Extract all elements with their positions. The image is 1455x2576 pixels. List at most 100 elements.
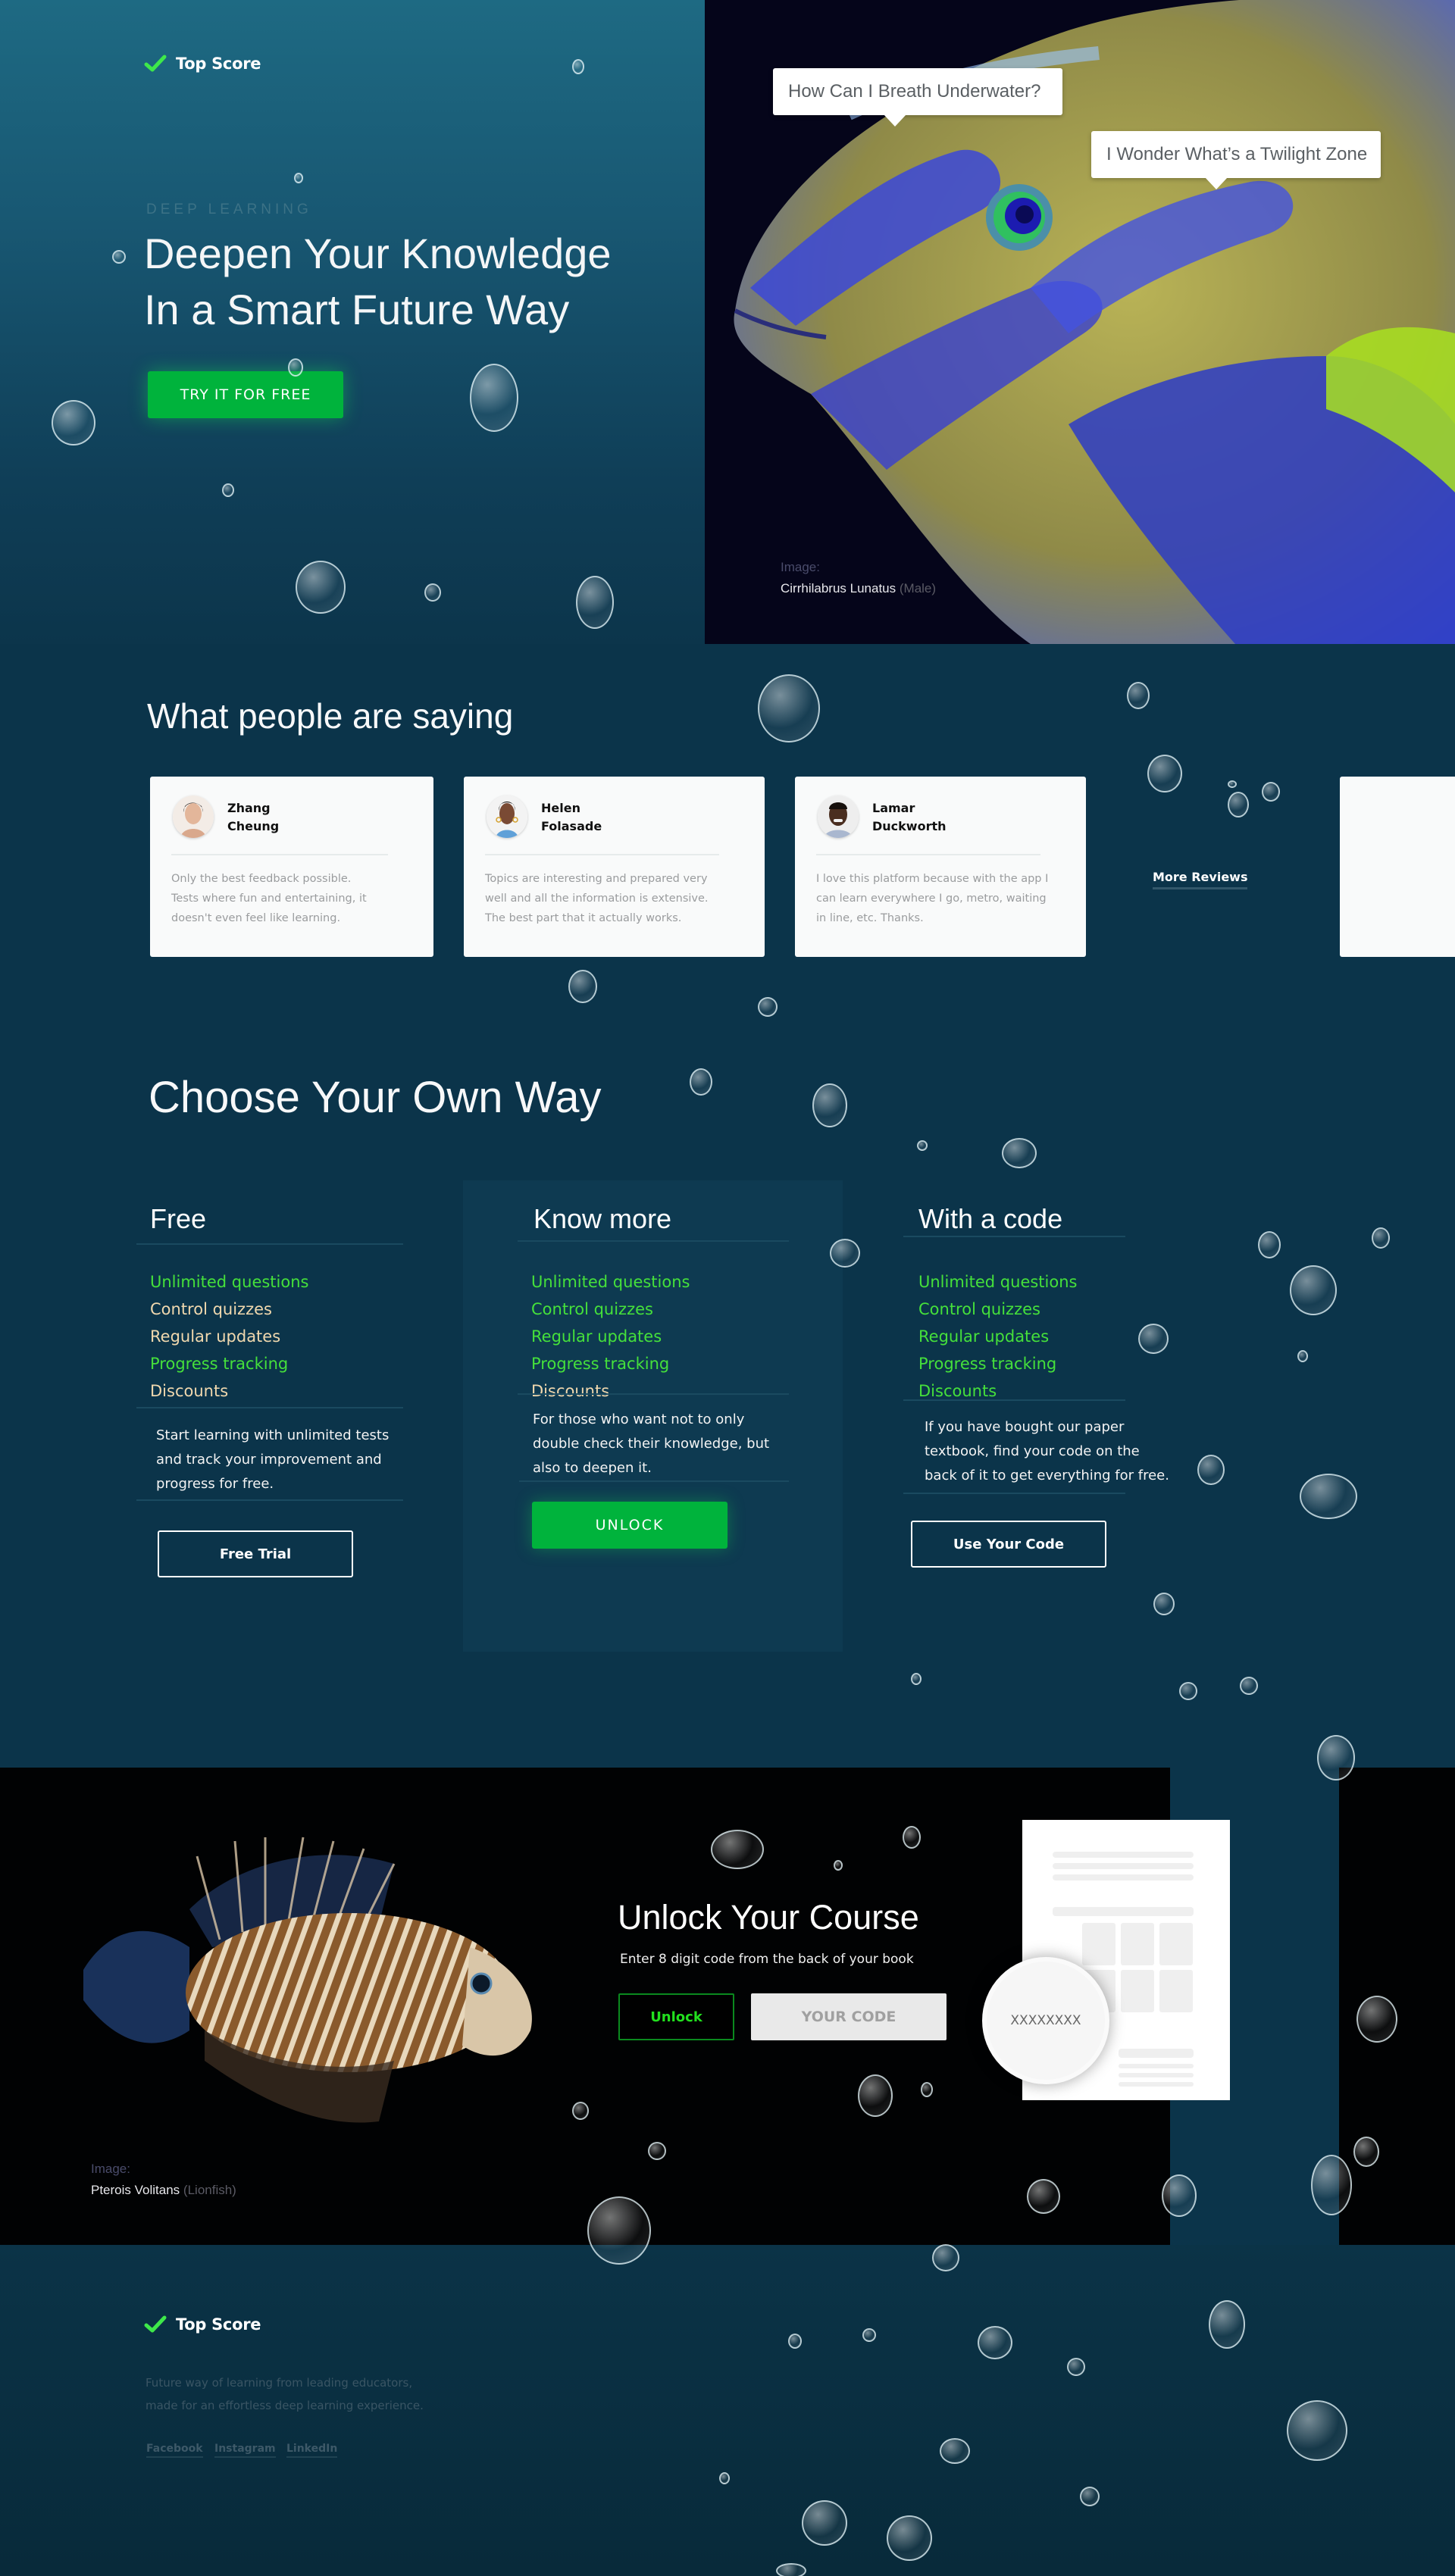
avatar <box>487 796 527 838</box>
review-card-next[interactable] <box>1340 777 1455 957</box>
avatar <box>173 796 214 838</box>
reviewer-name: Lamar Duckworth <box>872 801 947 833</box>
more-reviews-link[interactable]: More Reviews <box>1153 870 1248 889</box>
instagram-link[interactable]: Instagram <box>214 2443 276 2458</box>
bubble-decoration <box>1228 780 1237 788</box>
bubble-decoration <box>1027 2179 1060 2214</box>
divider <box>171 854 388 855</box>
divider <box>136 1407 403 1408</box>
divider <box>485 854 719 855</box>
bubble-decoration <box>858 2074 893 2117</box>
free-trial-button[interactable]: Free Trial <box>158 1530 353 1577</box>
bubble-decoration <box>1162 2174 1197 2217</box>
bubble-decoration <box>587 2196 651 2265</box>
bubble-decoration <box>1179 1682 1197 1700</box>
divider <box>518 1393 789 1395</box>
image-credit-suffix: (Lionfish) <box>183 2183 236 2197</box>
bubble-decoration <box>719 2472 730 2484</box>
try-free-button[interactable]: TRY IT FOR FREE <box>148 371 343 418</box>
divider <box>136 1499 403 1501</box>
feature-item: Regular updates <box>150 1327 281 1346</box>
bubble-decoration <box>1138 1324 1169 1354</box>
bubble-decoration <box>978 2326 1012 2359</box>
feature-item: Regular updates <box>531 1327 662 1346</box>
feature-item: Control quizzes <box>531 1300 653 1318</box>
lionfish-illustration <box>83 1837 532 2123</box>
bubble-decoration <box>1353 2137 1379 2167</box>
bubble-decoration <box>834 1860 843 1871</box>
bubble-decoration <box>887 2515 932 2561</box>
bubble-decoration <box>940 2438 970 2464</box>
plan-know-more: Know more Unlimited questions Control qu… <box>463 1180 843 1652</box>
unlock-title: Unlock Your Course <box>618 1898 919 1937</box>
bubble-decoration <box>758 674 820 742</box>
plan-description: Start learning with unlimited tests and … <box>156 1427 390 1492</box>
plan-description: For those who want not to only double ch… <box>533 1411 770 1476</box>
bubble-decoration <box>1317 1735 1355 1780</box>
bubble-decoration <box>776 2563 806 2576</box>
review-quote: Topics are interesting and prepared very… <box>485 873 709 924</box>
plan-name: Free <box>150 1203 207 1234</box>
bubble-decoration <box>758 997 778 1017</box>
feature-item: Discounts <box>150 1382 229 1400</box>
bubble-decoration <box>917 1140 928 1151</box>
bubble-decoration <box>1290 1265 1337 1315</box>
bubble-decoration <box>1228 792 1249 818</box>
tooltip-twilight-zone: I Wonder What’s a Twilight Zone <box>1091 131 1381 189</box>
bubble-decoration <box>1240 1677 1258 1695</box>
feature-item: Unlimited questions <box>531 1273 690 1291</box>
review-quote: I love this platform because with the ap… <box>816 873 1049 924</box>
bubble-decoration <box>1287 2400 1347 2461</box>
reviews-title: What people are saying <box>147 696 514 736</box>
code-input[interactable] <box>751 1993 947 2040</box>
plan-name: Know more <box>534 1203 672 1234</box>
divider <box>816 854 1040 855</box>
unlock-section-right <box>1339 1768 1455 2245</box>
review-card: Lamar Duckworth I love this platform beca… <box>795 777 1086 957</box>
feature-item: Unlimited questions <box>150 1273 309 1291</box>
unlock-plan-button[interactable]: UNLOCK <box>532 1502 728 1549</box>
feature-item: Discounts <box>531 1382 610 1400</box>
footer-logo[interactable]: Top Score <box>144 2315 261 2334</box>
bubble-decoration <box>812 1083 847 1127</box>
facebook-link[interactable]: Facebook <box>146 2443 203 2458</box>
plan-name: With a code <box>918 1203 1063 1234</box>
divider <box>903 1236 1125 1237</box>
image-credit-suffix: (Male) <box>899 581 937 596</box>
bubble-decoration <box>911 1673 922 1685</box>
feature-item: Control quizzes <box>150 1300 272 1318</box>
bubble-decoration <box>470 364 518 432</box>
bubble-decoration <box>1297 1350 1308 1362</box>
linkedin-link[interactable]: LinkedIn <box>286 2443 338 2458</box>
bubble-decoration <box>288 358 303 377</box>
feature-list: Unlimited questions Control quizzes Regu… <box>918 1268 1077 1405</box>
bubble-decoration <box>690 1068 712 1096</box>
bubble-decoration <box>1067 2358 1085 2376</box>
bubble-decoration <box>576 576 614 629</box>
check-icon <box>144 55 167 72</box>
bubble-decoration <box>1147 755 1182 792</box>
bubble-decoration <box>572 2102 589 2120</box>
bubble-decoration <box>424 583 441 602</box>
bubble-decoration <box>1197 1455 1225 1485</box>
unlock-code-button[interactable]: Unlock <box>618 1993 734 2040</box>
bubble-decoration <box>572 59 584 74</box>
feature-item: Progress tracking <box>150 1355 289 1373</box>
bubble-decoration <box>1080 2487 1100 2506</box>
bubble-decoration <box>1356 1996 1397 2043</box>
feature-item: Unlimited questions <box>918 1273 1078 1291</box>
bubble-decoration <box>903 1826 921 1849</box>
bubble-decoration <box>296 561 346 614</box>
avatar <box>818 796 859 838</box>
bubble-decoration <box>788 2334 802 2349</box>
hero-title-line-2: In a Smart Future Way <box>144 286 570 333</box>
bubble-decoration <box>711 1830 764 1869</box>
bubble-decoration <box>932 2244 959 2271</box>
reviewer-name: Helen Folasade <box>541 801 602 833</box>
divider <box>903 1493 1125 1494</box>
use-your-code-button[interactable]: Use Your Code <box>911 1521 1106 1568</box>
image-credit-label: Image: <box>91 2162 130 2176</box>
hero-title-line-1: Deepen Your Knowledge <box>144 230 612 277</box>
logo[interactable]: Top Score <box>144 55 261 73</box>
plan-free: Free Unlimited questions Control quizzes… <box>136 1180 403 1635</box>
